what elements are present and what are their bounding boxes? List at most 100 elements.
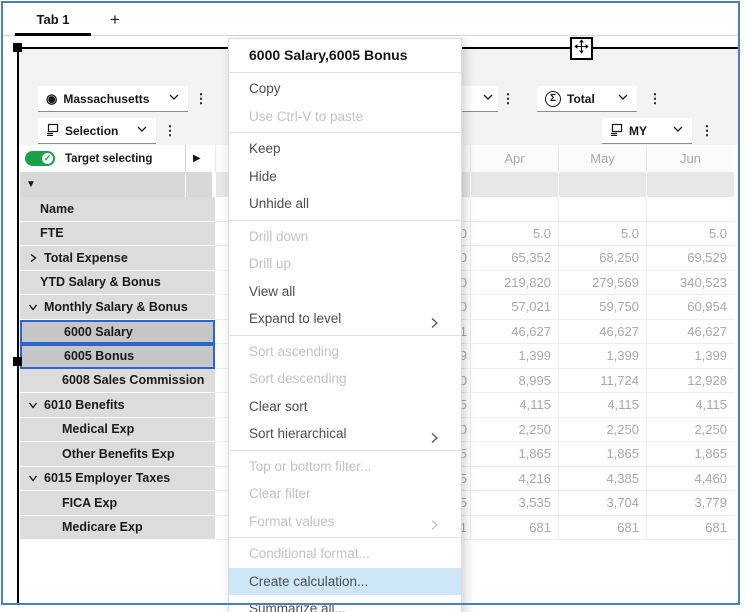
cell-jun-6000-salary[interactable]: 46,627 [646,319,734,344]
cell-jun-medicare-exp[interactable]: 681 [646,515,734,540]
menu-item-clear-sort[interactable]: Clear sort [229,393,461,421]
menu-item-summarize-all[interactable]: Summarize all... [229,595,461,612]
menu-item-expand-to-level[interactable]: Expand to level [229,305,461,333]
region-dropdown-label: Massachusetts [63,91,150,106]
target-selecting-toggle[interactable]: ✓ [25,151,55,166]
cell-jun-fica-exp[interactable]: 3,779 [646,491,734,516]
cell-may-6015-employer-taxes[interactable]: 4,385 [558,466,646,491]
region-dropdown[interactable]: ◉ Massachusetts [38,86,188,112]
menu-item-sort-hierarchical[interactable]: Sort hierarchical [229,420,461,448]
chevron-expanded-icon[interactable] [26,398,40,412]
cell-apr-6000-salary[interactable]: 46,627 [470,319,558,344]
column-set-dropdown[interactable]: MY [602,118,692,144]
cell-may-monthly-salary-bonus[interactable]: 59,750 [558,295,646,320]
expand-panel-arrow[interactable]: ▶ [185,145,212,172]
cell-may-fte[interactable]: 5.0 [558,221,646,246]
cell-apr-total-expense[interactable]: 65,352 [470,246,558,271]
cell-apr-6010-benefits[interactable]: 4,115 [470,393,558,418]
cell-jun-medical-exp[interactable]: 2,250 [646,417,734,442]
cell-may-6005-bonus[interactable]: 1,399 [558,344,646,369]
cell-jun-other-benefits-exp[interactable]: 1,865 [646,442,734,467]
chevron-down-icon [168,91,180,106]
cell-apr-medicare-exp[interactable]: 681 [470,515,558,540]
column-header-apr[interactable]: Apr [470,145,558,172]
tab-1[interactable]: Tab 1 [15,6,91,36]
widget-selection-border-left [17,47,19,604]
row-label-name[interactable]: Name [20,197,215,222]
hidden-dropdown-overflow-menu-icon[interactable]: ⋮ [501,86,515,112]
total-dropdown[interactable]: Σ Total [537,86,637,112]
row-label-6008-sales-commission[interactable]: 6008 Sales Commission [20,368,215,393]
row-label-medicare-exp[interactable]: Medicare Exp [20,515,215,540]
cell-apr-other-benefits-exp[interactable]: 1,865 [470,442,558,467]
cell-apr-6015-employer-taxes[interactable]: 4,216 [470,466,558,491]
menu-item-hide[interactable]: Hide [229,163,461,191]
chevron-expanded-icon[interactable] [26,471,40,485]
menu-item-label: Format values [249,513,335,529]
cell-jun-name[interactable] [646,197,734,222]
cell-may-6008-sales-commission[interactable]: 11,724 [558,368,646,393]
cell-may-fica-exp[interactable]: 3,704 [558,491,646,516]
cell-jun-6010-benefits[interactable]: 4,115 [646,393,734,418]
column-header-may[interactable]: May [558,145,646,172]
menu-divider [229,334,461,336]
add-tab-button[interactable]: + [103,8,127,32]
collapse-rows-control[interactable]: ▼ [20,172,185,197]
cell-jun-6005-bonus[interactable]: 1,399 [646,344,734,369]
chevron-collapsed-icon[interactable] [26,251,40,265]
app-window: Tab 1 + ◉ Massachusetts ⋮ ⋮ Σ Total ⋮ Se… [0,0,745,612]
row-label-monthly-salary-bonus[interactable]: Monthly Salary & Bonus [20,295,215,320]
row-label-total-expense[interactable]: Total Expense [20,246,215,271]
cell-jun-monthly-salary-bonus[interactable]: 60,954 [646,295,734,320]
menu-item-copy[interactable]: Copy [229,75,461,103]
row-label-6000-salary[interactable]: 6000 Salary [20,319,215,344]
menu-item-unhide-all[interactable]: Unhide all [229,190,461,218]
cell-jun-ytd-salary-bonus[interactable]: 340,523 [646,270,734,295]
row-label-6015-employer-taxes[interactable]: 6015 Employer Taxes [20,466,215,491]
total-overflow-menu-icon[interactable]: ⋮ [648,86,662,112]
sigma-icon: Σ [545,90,561,107]
cell-jun-fte[interactable]: 5.0 [646,221,734,246]
cell-jun-6008-sales-commission[interactable]: 12,928 [646,368,734,393]
row-label-6010-benefits[interactable]: 6010 Benefits [20,393,215,418]
menu-item-keep[interactable]: Keep [229,135,461,163]
chevron-down-icon [672,123,684,138]
row-label-other-benefits-exp[interactable]: Other Benefits Exp [20,442,215,467]
chevron-expanded-icon[interactable] [26,300,40,314]
row-label-fte[interactable]: FTE [20,221,215,246]
cell-jun-6015-employer-taxes[interactable]: 4,460 [646,466,734,491]
cell-apr-name[interactable] [470,197,558,222]
cell-apr-6008-sales-commission[interactable]: 8,995 [470,368,558,393]
cell-apr-fte[interactable]: 5.0 [470,221,558,246]
row-label-medical-exp[interactable]: Medical Exp [20,417,215,442]
selection-overflow-menu-icon[interactable]: ⋮ [163,118,177,144]
cell-may-medical-exp[interactable]: 2,250 [558,417,646,442]
cell-apr-ytd-salary-bonus[interactable]: 219,820 [470,270,558,295]
cell-may-medicare-exp[interactable]: 681 [558,515,646,540]
cell-may-other-benefits-exp[interactable]: 1,865 [558,442,646,467]
row-label-6005-bonus[interactable]: 6005 Bonus [20,344,215,369]
column-header-jun[interactable]: Jun [646,145,734,172]
row-label-ytd-salary-bonus[interactable]: YTD Salary & Bonus [20,270,215,295]
cell-may-6010-benefits[interactable]: 4,115 [558,393,646,418]
cell-jun-total-expense[interactable]: 69,529 [646,246,734,271]
column-set-overflow-menu-icon[interactable]: ⋮ [700,118,714,144]
hidden-dropdown-fragment[interactable] [462,86,498,112]
cell-apr-monthly-salary-bonus[interactable]: 57,021 [470,295,558,320]
selection-dropdown[interactable]: Selection [38,118,156,144]
cell-apr-fica-exp[interactable]: 3,535 [470,491,558,516]
resize-handle-left-middle[interactable] [13,357,22,366]
move-widget-handle[interactable] [570,37,593,60]
cell-may-6000-salary[interactable]: 46,627 [558,319,646,344]
cell-apr-6005-bonus[interactable]: 1,399 [470,344,558,369]
menu-item-create-calculation[interactable]: Create calculation... [229,567,461,595]
region-overflow-menu-icon[interactable]: ⋮ [194,86,208,112]
menu-item-view-all[interactable]: View all [229,278,461,306]
menu-divider [229,132,461,133]
cell-may-ytd-salary-bonus[interactable]: 279,569 [558,270,646,295]
row-label-fica-exp[interactable]: FICA Exp [20,491,215,516]
cell-may-total-expense[interactable]: 68,250 [558,246,646,271]
cell-apr-medical-exp[interactable]: 2,250 [470,417,558,442]
cell-may-name[interactable] [558,197,646,222]
resize-handle-top-left[interactable] [13,43,22,52]
